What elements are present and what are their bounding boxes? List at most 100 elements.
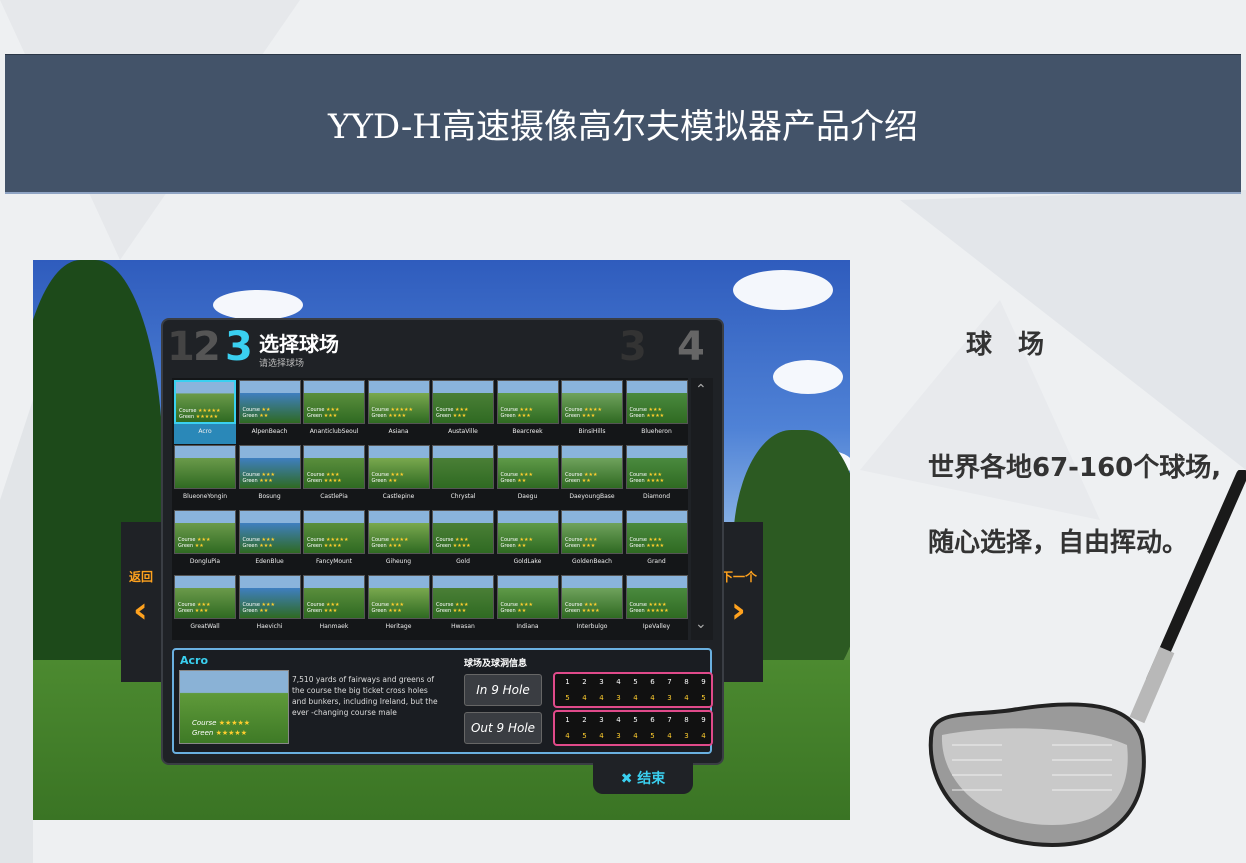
course-name: Heritage <box>385 623 412 630</box>
course-tile[interactable]: Course ★★★ Green ★★★ Bearcreek <box>496 380 559 444</box>
out-hole-numbers-cell: 3 <box>599 716 604 724</box>
course-name: AlpenBeach <box>251 428 288 435</box>
course-rating: Course ★★★ Green ★★★ <box>242 472 276 484</box>
step-header: 1 2 3 选择球场 请选择球场 3 4 <box>163 320 722 375</box>
course-tile[interactable]: Course ★★★★★ Green ★★★★★ Acro <box>174 380 236 444</box>
course-name: Interbulgo <box>576 623 608 630</box>
course-info-panel: Acro Course ★★★★★ Green ★★★★★ 7,510 yard… <box>172 648 713 754</box>
course-tile[interactable]: Course ★★★ Green ★★ Haevichi <box>238 575 301 639</box>
course-rating: Course ★★★ Green ★★ <box>500 537 534 549</box>
in-hole-numbers-cell: 5 <box>633 678 638 686</box>
course-rating: Course ★★★★★ Green ★★★★ <box>371 407 413 419</box>
course-rating: Course ★★★ Green ★★ <box>178 537 211 549</box>
course-tile[interactable]: Course ★★★ Green ★★★★ Interbulgo <box>561 575 623 639</box>
cloud <box>213 290 303 320</box>
course-tile[interactable]: Course ★★★ Green ★★★ EdenBlue <box>238 510 301 574</box>
next-tab[interactable]: 下一个 › <box>719 522 763 682</box>
course-thumbnail <box>174 445 236 489</box>
course-thumbnail: Course ★★★ Green ★★ <box>496 445 559 489</box>
course-grid: Course ★★★★★ Green ★★★★★ Acro Course ★★ Gree… <box>172 378 688 640</box>
course-name: Castlepine <box>382 493 415 500</box>
course-tile[interactable]: Course ★★★ Green ★★★ GreatWall <box>174 575 236 639</box>
course-tile[interactable]: Course ★★★ Green ★★★ AnanticlubSeoul <box>303 380 365 444</box>
course-tile[interactable]: Course ★★★ Green ★★ Daegu <box>496 445 559 509</box>
step-1: 1 <box>167 324 195 370</box>
course-rating: Course ★★★ Green ★★★ <box>242 537 276 549</box>
step-subtitle: 请选择球场 <box>259 359 305 369</box>
chevron-right-icon[interactable]: › <box>731 590 746 631</box>
course-thumbnail: Course ★★★ Green ★★ <box>367 445 430 489</box>
course-tile[interactable]: Course ★★ Green ★★ AlpenBeach <box>238 380 301 444</box>
course-thumbnail: Course ★★★ Green ★★★ <box>238 510 301 554</box>
in-hole-pars-cell: 3 <box>667 694 672 702</box>
course-rating: Course ★★★★ Green ★★★ <box>565 407 602 419</box>
page-title: YYD-H高速摄像高尔夫模拟器产品介绍 <box>328 107 918 147</box>
course-rating: Course ★★★ Green ★★★★ <box>629 407 665 419</box>
course-tile[interactable]: Course ★★★ Green ★★★★ Gold <box>432 510 494 574</box>
course-name: Hanmaek <box>319 623 349 630</box>
course-name: GreatWall <box>190 623 220 630</box>
out-hole-numbers-cell: 7 <box>667 716 672 724</box>
course-rating: Course ★★★★ Green ★★★ <box>371 537 409 549</box>
right-heading: 球 场 <box>966 330 1045 360</box>
course-name: Hwasan <box>451 623 475 630</box>
scroll-up-icon[interactable]: ⌃ <box>695 382 707 398</box>
course-name: Diamond <box>642 493 671 500</box>
course-tile[interactable]: BlueoneYongin <box>174 445 236 509</box>
course-name: DaeyoungBase <box>569 493 615 500</box>
course-tile[interactable]: Course ★★★★ Green ★★★ Giheung <box>367 510 430 574</box>
back-tab[interactable]: 返回 ‹ <box>121 522 165 682</box>
chevron-left-icon[interactable]: ‹ <box>133 590 148 631</box>
scroll-down-icon[interactable]: ⌄ <box>695 616 707 632</box>
in-9-hole-button[interactable]: In 9 Hole <box>464 674 542 706</box>
course-tile[interactable]: Course ★★★ Green ★★★ Heritage <box>367 575 430 639</box>
course-thumbnail: Course ★★ Green ★★ <box>238 380 301 424</box>
course-rating: Course ★★★ Green ★★ <box>500 472 534 484</box>
course-tile[interactable]: Course ★★★ Green ★★ DaeyoungBase <box>561 445 623 509</box>
course-tile[interactable]: Course ★★★★ Green ★★★ BinsiHills <box>561 380 623 444</box>
info-course-label: Course <box>192 719 217 727</box>
next-label: 下一个 <box>721 570 758 584</box>
out-hole-pars-cell: 5 <box>650 732 655 740</box>
course-tile[interactable]: Course ★★★ Green ★★ Castlepine <box>367 445 430 509</box>
course-tile[interactable]: Course ★★★ Green ★★★★ CastlePia <box>303 445 365 509</box>
course-thumbnail: Course ★★★ Green ★★★ <box>303 380 365 424</box>
course-name: GoldLake <box>513 558 542 565</box>
out-hole-numbers-cell: 5 <box>633 716 638 724</box>
in-hole-numbers-cell: 7 <box>667 678 672 686</box>
course-tile[interactable]: Course ★★★★★ Green ★★★★ Asiana <box>367 380 430 444</box>
course-rating: Course ★★★ Green ★★★★ <box>629 472 665 484</box>
title-banner: YYD-H高速摄像高尔夫模拟器产品介绍 <box>5 54 1241 194</box>
course-tile[interactable]: Course ★★★ Green ★★ Indiana <box>496 575 559 639</box>
course-tile[interactable]: Course ★★★ Green ★★ DongluPia <box>174 510 236 574</box>
course-tile[interactable]: Course ★★★ Green ★★★ Hanmaek <box>303 575 365 639</box>
step-3-ghost: 3 <box>619 324 647 370</box>
course-tile[interactable]: Course ★★★ Green ★★★ Bosung <box>238 445 301 509</box>
course-tile[interactable]: Course ★★★ Green ★★★ Hwasan <box>432 575 494 639</box>
course-thumbnail: Course ★★★★★ Green ★★★★★ <box>174 380 236 424</box>
grid-scrollbar[interactable]: ⌃ ⌄ <box>691 378 713 640</box>
course-rating: Course ★★★ Green ★★★ <box>371 602 405 614</box>
course-tile[interactable]: Chrystal <box>432 445 494 509</box>
course-tile[interactable]: Course ★★★★ Green ★★★★★ IpeValley <box>625 575 688 639</box>
end-tab[interactable]: ✖ 结束 <box>593 760 693 794</box>
course-tile[interactable]: Course ★★★ Green ★★ GoldLake <box>496 510 559 574</box>
course-tile[interactable]: Course ★★★ Green ★★★★ Diamond <box>625 445 688 509</box>
course-tile[interactable]: Course ★★★ Green ★★★★ Grand <box>625 510 688 574</box>
course-tile[interactable]: Course ★★★★★ Green ★★★★ FancyMount <box>303 510 365 574</box>
out-9-hole-button[interactable]: Out 9 Hole <box>464 712 542 744</box>
end-button[interactable]: ✖ 结束 <box>593 768 693 788</box>
course-tile[interactable]: Course ★★★ Green ★★★★ Blueheron <box>625 380 688 444</box>
course-tile[interactable]: Course ★★★ Green ★★★ GoldenBeach <box>561 510 623 574</box>
course-tile[interactable]: Course ★★★ Green ★★★ AustaVille <box>432 380 494 444</box>
course-rating: Course ★★★ Green ★★★★ <box>629 537 665 549</box>
course-rating: Course ★★★ Green ★★ <box>371 472 405 484</box>
course-thumbnail: Course ★★★ Green ★★★★ <box>625 380 688 424</box>
course-rating: Course ★★★★★ Green ★★★★ <box>307 537 349 549</box>
course-rating: Course ★★★ Green ★★★★ <box>565 602 600 614</box>
course-thumbnail <box>432 445 494 489</box>
course-name: Acro <box>198 428 212 435</box>
course-thumbnail: Course ★★★ Green ★★★★ <box>625 445 688 489</box>
course-name: Daegu <box>517 493 538 500</box>
info-green-label: Green <box>192 729 214 737</box>
